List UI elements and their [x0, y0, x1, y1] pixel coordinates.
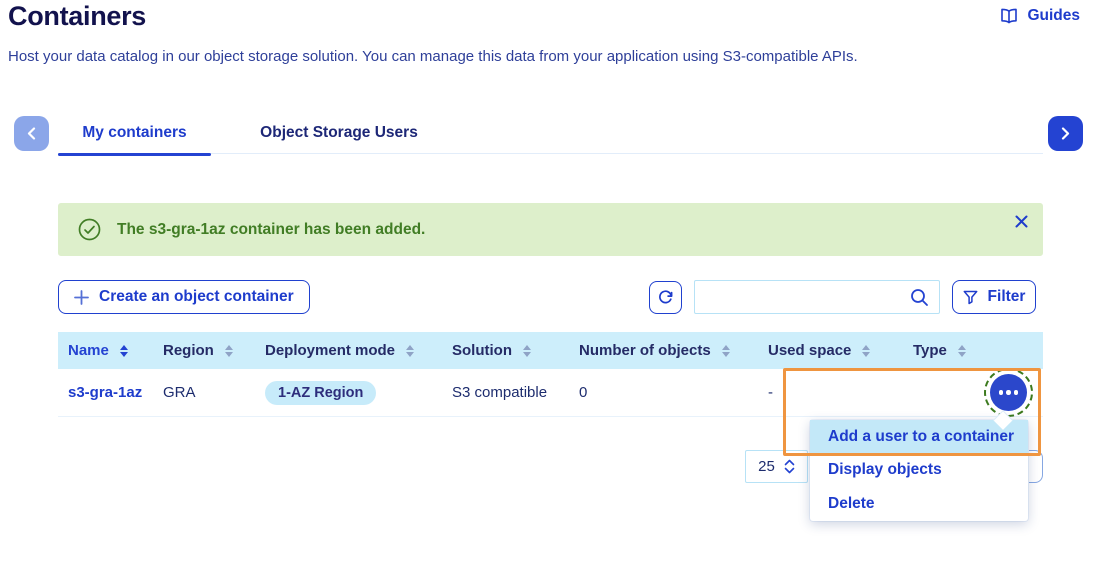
tabs-scroll-right-button[interactable]	[1048, 116, 1083, 151]
search-input[interactable]	[695, 281, 910, 313]
success-banner: The s3-gra-1az container has been added.	[58, 203, 1043, 256]
table-row: s3-gra-1az GRA 1-AZ Region S3 compatible…	[58, 369, 1043, 417]
close-icon	[1015, 215, 1028, 228]
tab-my-containers[interactable]: My containers	[58, 112, 211, 154]
column-header-solution[interactable]: Solution	[442, 342, 569, 359]
region-cell: GRA	[153, 384, 255, 401]
filter-button[interactable]: Filter	[952, 280, 1036, 314]
column-header-name[interactable]: Name	[58, 342, 153, 359]
sort-icon	[958, 345, 966, 357]
create-container-button[interactable]: Create an object container	[58, 280, 310, 314]
book-icon	[1000, 8, 1018, 24]
filter-funnel-icon	[963, 290, 978, 305]
number-of-objects-cell: 0	[569, 384, 758, 401]
sort-icon	[225, 345, 233, 357]
page-size-select[interactable]: 25	[745, 450, 808, 483]
column-header-deployment-mode[interactable]: Deployment mode	[255, 342, 442, 359]
page-size-value: 25	[758, 458, 775, 475]
row-actions-menu: Add a user to a container Display object…	[810, 420, 1028, 521]
sort-icon	[523, 345, 531, 357]
sort-icon	[406, 345, 414, 357]
container-name-link[interactable]: s3-gra-1az	[58, 384, 153, 401]
tabs-scroll-left-button[interactable]	[14, 116, 49, 151]
sort-icon	[120, 345, 128, 357]
check-circle-icon	[78, 218, 101, 241]
page-subtitle: Host your data catalog in our object sto…	[8, 48, 858, 65]
column-header-number-of-objects[interactable]: Number of objects	[569, 342, 758, 359]
banner-close-button[interactable]	[1012, 212, 1030, 230]
row-actions-button[interactable]	[990, 374, 1027, 411]
deployment-mode-badge: 1-AZ Region	[265, 381, 376, 405]
tab-object-storage-users[interactable]: Object Storage Users	[211, 112, 467, 154]
containers-page: Containers Guides Host your data catalog…	[0, 0, 1100, 563]
column-header-used-space[interactable]: Used space	[758, 342, 903, 359]
sort-icon	[722, 345, 730, 357]
filter-label: Filter	[988, 288, 1026, 306]
create-container-label: Create an object container	[99, 288, 294, 306]
sort-icon	[862, 345, 870, 357]
refresh-button[interactable]	[649, 281, 682, 314]
guides-label: Guides	[1027, 7, 1080, 25]
select-chevrons-icon	[784, 459, 795, 474]
guides-link[interactable]: Guides	[1000, 7, 1080, 25]
used-space-cell: -	[758, 384, 903, 401]
refresh-icon	[657, 289, 674, 306]
chevron-left-icon	[27, 127, 36, 140]
solution-cell: S3 compatible	[442, 384, 569, 401]
chevron-right-icon	[1061, 127, 1070, 140]
menu-item-display-objects[interactable]: Display objects	[810, 454, 1028, 488]
page-title: Containers	[8, 1, 146, 32]
deployment-mode-cell: 1-AZ Region	[255, 381, 442, 405]
search-box	[694, 280, 940, 314]
column-header-type[interactable]: Type	[903, 342, 1043, 359]
table-header: Name Region Deployment mode Solution Num…	[58, 332, 1043, 369]
column-header-region[interactable]: Region	[153, 342, 255, 359]
ellipsis-icon	[999, 390, 1004, 395]
menu-item-add-user[interactable]: Add a user to a container	[810, 420, 1028, 454]
search-icon[interactable]	[910, 288, 929, 307]
menu-item-delete[interactable]: Delete	[810, 487, 1028, 521]
plus-icon	[74, 290, 89, 305]
banner-message: The s3-gra-1az container has been added.	[117, 221, 425, 239]
